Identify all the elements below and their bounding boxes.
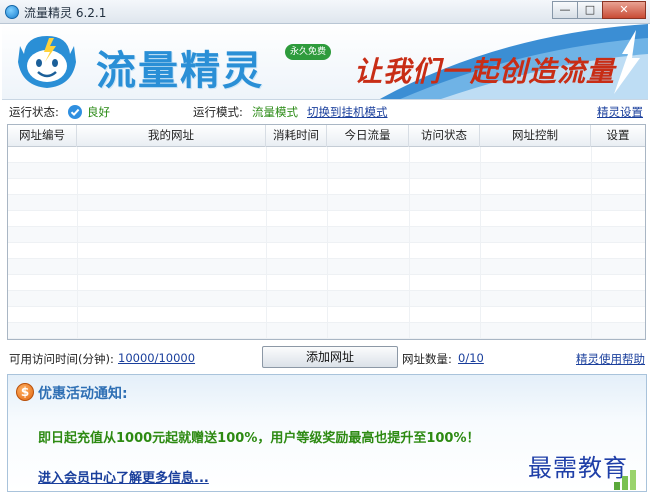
maximize-icon: □ xyxy=(584,3,596,16)
title-bar: 流量精灵 6.2.1 — □ ✕ xyxy=(0,0,650,24)
column-header-settings[interactable]: 设置 xyxy=(591,125,645,147)
switch-mode-link[interactable]: 切换到挂机模式 xyxy=(307,104,388,120)
table-header: 网址编号 我的网址 消耗时间 今日流量 访问状态 网址控制 设置 xyxy=(8,125,645,147)
help-link[interactable]: 精灵使用帮助 xyxy=(576,351,645,367)
dollar-coin-icon: $ xyxy=(16,383,34,401)
column-divider xyxy=(266,147,267,339)
run-status-value: 良好 xyxy=(87,105,110,119)
available-time-label: 可用访问时间(分钟): xyxy=(9,352,114,366)
window-title: 流量精灵 6.2.1 xyxy=(24,6,107,20)
column-divider xyxy=(77,147,78,339)
column-header-id[interactable]: 网址编号 xyxy=(8,125,77,147)
maximize-button[interactable]: □ xyxy=(577,1,603,19)
status-line: 运行状态: 良好 运行模式: 流量模式 切换到挂机模式 精灵设置 xyxy=(0,102,650,122)
close-icon: ✕ xyxy=(619,3,629,16)
resize-grip-icon[interactable] xyxy=(612,468,642,492)
url-count-value[interactable]: 0/10 xyxy=(458,351,484,365)
banner: 流量精灵 永久免费 让我们一起创造流量 xyxy=(2,24,648,100)
minimize-button[interactable]: — xyxy=(552,1,578,19)
column-divider xyxy=(591,147,592,339)
window-controls: — □ ✕ xyxy=(552,1,646,19)
column-header-time[interactable]: 消耗时间 xyxy=(266,125,327,147)
check-circle-icon xyxy=(68,105,82,119)
notice-title: 优惠活动通知: xyxy=(38,386,128,402)
brand-title: 流量精灵 xyxy=(96,48,264,94)
url-count-label: 网址数量: xyxy=(402,352,452,366)
free-badge: 永久免费 xyxy=(285,44,331,60)
app-icon xyxy=(5,5,19,19)
close-button[interactable]: ✕ xyxy=(602,1,646,19)
url-table: 网址编号 我的网址 消耗时间 今日流量 访问状态 网址控制 设置 xyxy=(7,124,646,340)
member-center-link[interactable]: 进入会员中心了解更多信息... xyxy=(38,467,209,486)
add-url-button[interactable]: 添加网址 xyxy=(262,346,398,368)
column-divider xyxy=(409,147,410,339)
table-body[interactable] xyxy=(8,147,645,339)
available-time-value[interactable]: 10000/10000 xyxy=(118,351,195,365)
column-divider xyxy=(327,147,328,339)
column-divider xyxy=(480,147,481,339)
minimize-icon: — xyxy=(559,3,571,16)
mascot-logo-icon xyxy=(18,36,76,88)
column-header-traffic[interactable]: 今日流量 xyxy=(327,125,409,147)
notice-text: 即日起充值从1000元起就赠送100%，用户等级奖励最高也提升至100%！ xyxy=(38,431,480,446)
column-header-control[interactable]: 网址控制 xyxy=(480,125,591,147)
column-header-url[interactable]: 我的网址 xyxy=(77,125,266,147)
settings-link[interactable]: 精灵设置 xyxy=(597,104,643,120)
column-header-status[interactable]: 访问状态 xyxy=(409,125,480,147)
run-status-label: 运行状态: xyxy=(9,105,59,119)
mode-label: 运行模式: xyxy=(193,105,243,119)
slogan: 让我们一起创造流量 xyxy=(354,55,616,88)
mode-value: 流量模式 xyxy=(252,105,298,119)
